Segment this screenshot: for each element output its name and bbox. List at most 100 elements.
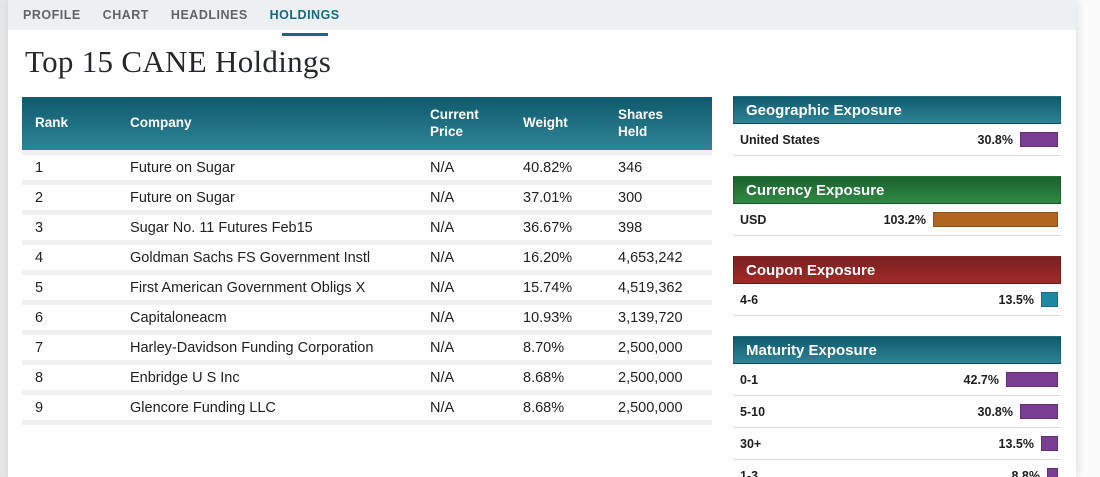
exposure-label: United States [740, 133, 978, 147]
exposure-bar [1020, 404, 1058, 419]
col-header-current-price: Current Price [430, 107, 523, 141]
table-row: 8 Enbridge U S Inc N/A 8.68% 2,500,000 [22, 360, 712, 390]
cell-weight: 37.01% [523, 190, 618, 206]
table-row: 7 Harley-Davidson Funding Corporation N/… [22, 330, 712, 360]
exposure-row: 30+ 13.5% [733, 428, 1061, 460]
cell-shares-held: 398 [618, 220, 712, 236]
exposure-row: 1-3 8.8% [733, 460, 1061, 477]
geographic-exposure-panel: Geographic Exposure United States 30.8% [733, 96, 1061, 156]
exposure-label: 5-10 [740, 405, 978, 419]
maturity-exposure-panel: Maturity Exposure 0-1 42.7% 5-10 30.8% 3… [733, 336, 1061, 477]
cell-rank: 7 [22, 340, 130, 356]
table-row: 4 Goldman Sachs FS Government Instl N/A … [22, 240, 712, 270]
cell-rank: 6 [22, 310, 130, 326]
cell-company: Capitaloneacm [130, 310, 430, 326]
exposure-bar [1006, 372, 1058, 387]
exposure-percent: 13.5% [999, 293, 1034, 307]
table-row: 6 Capitaloneacm N/A 10.93% 3,139,720 [22, 300, 712, 330]
cell-shares-held: 4,653,242 [618, 250, 712, 266]
exposure-row: USD 103.2% [733, 204, 1061, 236]
table-row: 9 Glencore Funding LLC N/A 8.68% 2,500,0… [22, 390, 712, 420]
cell-company: Sugar No. 11 Futures Feb15 [130, 220, 430, 236]
page-title: Top 15 CANE Holdings [25, 44, 331, 80]
cell-shares-held: 2,500,000 [618, 370, 712, 386]
cell-company: Future on Sugar [130, 160, 430, 176]
cell-weight: 36.67% [523, 220, 618, 236]
panel-title: Geographic Exposure [733, 96, 1061, 124]
exposure-row: United States 30.8% [733, 124, 1061, 156]
cell-weight: 40.82% [523, 160, 618, 176]
panel-title: Coupon Exposure [733, 256, 1061, 284]
cell-current-price: N/A [430, 220, 523, 236]
exposure-bar [1041, 292, 1058, 307]
col-header-company: Company [130, 115, 430, 132]
exposure-percent: 8.8% [1012, 469, 1041, 477]
cell-current-price: N/A [430, 250, 523, 266]
cell-current-price: N/A [430, 340, 523, 356]
exposure-percent: 13.5% [999, 437, 1034, 451]
table-row-partial [22, 420, 712, 427]
exposure-label: USD [740, 213, 884, 227]
exposure-label: 30+ [740, 437, 999, 451]
tab-chart[interactable]: CHART [92, 0, 160, 30]
table-row: 5 First American Government Obligs X N/A… [22, 270, 712, 300]
exposure-row: 4-6 13.5% [733, 284, 1061, 316]
exposure-percent: 103.2% [884, 213, 926, 227]
cell-company: Enbridge U S Inc [130, 370, 430, 386]
tab-holdings[interactable]: HOLDINGS [259, 0, 351, 30]
currency-exposure-panel: Currency Exposure USD 103.2% [733, 176, 1061, 236]
table-row: 1 Future on Sugar N/A 40.82% 346 [22, 150, 712, 180]
exposure-percent: 30.8% [978, 133, 1013, 147]
cell-rank: 1 [22, 160, 130, 176]
holdings-page: PROFILE CHART HEADLINES HOLDINGS Top 15 … [8, 0, 1076, 477]
cell-company: Goldman Sachs FS Government Instl [130, 250, 430, 266]
cell-current-price: N/A [430, 160, 523, 176]
cell-weight: 15.74% [523, 280, 618, 296]
holdings-table: Rank Company Current Price Weight Shares… [22, 97, 712, 427]
cell-weight: 10.93% [523, 310, 618, 326]
exposure-bar [1041, 436, 1058, 451]
tab-profile[interactable]: PROFILE [12, 0, 92, 30]
col-header-weight: Weight [523, 115, 618, 132]
cell-current-price: N/A [430, 400, 523, 416]
exposure-bar [1047, 468, 1058, 477]
exposure-percent: 42.7% [964, 373, 999, 387]
cell-rank: 2 [22, 190, 130, 206]
exposure-label: 1-3 [740, 469, 1012, 477]
exposure-row: 0-1 42.7% [733, 364, 1061, 396]
exposure-percent: 30.8% [978, 405, 1013, 419]
table-row: 2 Future on Sugar N/A 37.01% 300 [22, 180, 712, 210]
cell-shares-held: 4,519,362 [618, 280, 712, 296]
tab-bar: PROFILE CHART HEADLINES HOLDINGS [8, 0, 1076, 30]
cell-current-price: N/A [430, 370, 523, 386]
cell-company: Future on Sugar [130, 190, 430, 206]
table-row: 3 Sugar No. 11 Futures Feb15 N/A 36.67% … [22, 210, 712, 240]
cell-company: Harley-Davidson Funding Corporation [130, 340, 430, 356]
tab-headlines[interactable]: HEADLINES [160, 0, 259, 30]
cell-company: Glencore Funding LLC [130, 400, 430, 416]
col-header-rank: Rank [22, 115, 130, 132]
cell-rank: 9 [22, 400, 130, 416]
cell-weight: 8.68% [523, 400, 618, 416]
coupon-exposure-panel: Coupon Exposure 4-6 13.5% [733, 256, 1061, 316]
cell-current-price: N/A [430, 190, 523, 206]
cell-shares-held: 300 [618, 190, 712, 206]
cell-current-price: N/A [430, 280, 523, 296]
col-header-shares-held: Shares Held [618, 107, 712, 141]
cell-rank: 8 [22, 370, 130, 386]
cell-weight: 8.70% [523, 340, 618, 356]
cell-shares-held: 2,500,000 [618, 400, 712, 416]
exposure-bar [1020, 132, 1058, 147]
cell-rank: 4 [22, 250, 130, 266]
cell-rank: 3 [22, 220, 130, 236]
cell-shares-held: 2,500,000 [618, 340, 712, 356]
cell-shares-held: 346 [618, 160, 712, 176]
exposure-row: 5-10 30.8% [733, 396, 1061, 428]
cell-shares-held: 3,139,720 [618, 310, 712, 326]
cell-rank: 5 [22, 280, 130, 296]
cell-weight: 16.20% [523, 250, 618, 266]
exposure-label: 4-6 [740, 293, 999, 307]
exposure-bar [933, 212, 1058, 227]
cell-current-price: N/A [430, 310, 523, 326]
cell-company: First American Government Obligs X [130, 280, 430, 296]
